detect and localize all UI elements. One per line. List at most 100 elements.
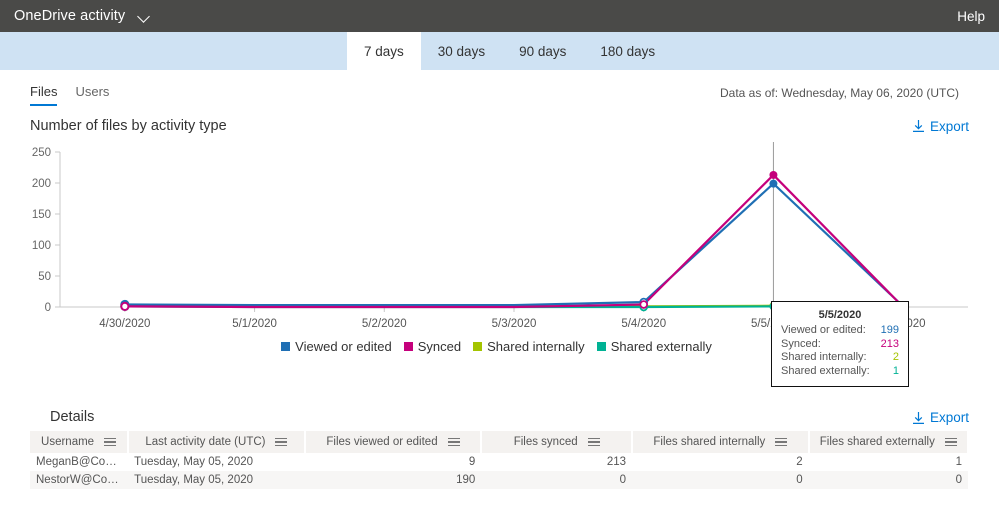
legend-swatch-icon	[473, 342, 483, 351]
details-export-button[interactable]: Export	[912, 410, 969, 425]
help-link[interactable]: Help	[957, 9, 985, 24]
series-endpoint-marker	[120, 301, 130, 311]
legend-item-viewed-or-edited[interactable]: Viewed or edited	[281, 339, 392, 354]
y-axis-tick-label: 250	[32, 147, 51, 159]
column-header-label: Username	[41, 436, 95, 448]
table-cell: 0	[481, 471, 633, 489]
x-axis-tick-label: 4/30/2020	[99, 318, 150, 330]
table-cell: 2	[796, 456, 803, 468]
legend-item-shared-internally[interactable]: Shared internally	[473, 339, 585, 354]
column-header-files-synced[interactable]: Files synced	[481, 431, 634, 453]
tooltip-row: Shared externally: 1	[781, 365, 899, 379]
download-icon	[912, 120, 924, 132]
table-cell: 1	[955, 456, 962, 468]
details-export-label: Export	[929, 410, 969, 425]
tooltip-row-label: Synced:	[781, 337, 821, 350]
column-header-label: Files shared internally	[653, 436, 766, 448]
tooltip-title: 5/5/2020	[818, 309, 862, 321]
column-menu-icon[interactable]	[447, 437, 460, 447]
column-header-label: Files synced	[513, 436, 578, 448]
app-header-left: OneDrive activity	[14, 8, 152, 24]
column-header-last-activity-date-utc[interactable]: Last activity date (UTC)	[128, 431, 306, 453]
tooltip-row-value: 213	[880, 337, 899, 350]
table-cell: 0	[808, 471, 968, 489]
chart-export-button[interactable]: Export	[912, 119, 969, 134]
legend-label: Shared internally	[487, 339, 585, 354]
y-axis-tick-label: 100	[32, 240, 51, 252]
tooltip-row-label: Viewed or edited:	[781, 324, 866, 336]
tooltip-row: Viewed or edited: 199	[781, 324, 899, 338]
tooltip-row-label: Shared internally:	[781, 351, 867, 363]
table-cell: 190	[304, 471, 482, 489]
column-header-label: Files shared externally	[819, 436, 935, 448]
column-menu-icon[interactable]	[944, 437, 957, 447]
tooltip-row: Synced: 213	[781, 338, 899, 352]
details-table: Username Last activity date (UTC) Files vi…	[30, 431, 970, 489]
table-row[interactable]: NestorW@Cont... Tuesday, May 05, 2020 190 0…	[30, 471, 968, 489]
table-cell: 213	[606, 456, 627, 468]
details-section: Details Export Username Last activity dat…	[0, 409, 999, 489]
tooltip-rows: Viewed or edited: 199 Synced: 213 Shared int…	[781, 324, 899, 378]
period-tab-90-days[interactable]: 90 days	[502, 32, 583, 70]
download-icon	[912, 411, 924, 424]
legend-swatch-icon	[281, 342, 291, 351]
tooltip-row-value: 199	[880, 324, 899, 336]
main-content: Files Users Data as of: Wednesday, May 06…	[0, 70, 999, 489]
subtab-row: Files Users Data as of: Wednesday, May 06…	[0, 70, 999, 106]
chart-title: Number of files by activity type	[30, 118, 227, 134]
tooltip-row-label: Shared externally:	[781, 364, 870, 377]
chevron-down-icon[interactable]	[137, 9, 152, 24]
x-axis-tick-label: 5/3/2020	[492, 318, 537, 330]
table-header-row: Username Last activity date (UTC) Files vi…	[30, 431, 970, 453]
column-header-label: Files viewed or edited	[326, 436, 438, 448]
series-hover-marker	[769, 170, 778, 179]
period-tab-30-days[interactable]: 30 days	[421, 32, 502, 70]
column-header-files-shared-externally[interactable]: Files shared externally	[808, 431, 970, 453]
column-menu-icon[interactable]	[587, 437, 600, 447]
column-header-files-viewed-or-edited[interactable]: Files viewed or edited	[304, 431, 483, 453]
tooltip-row-value: 2	[892, 351, 899, 363]
period-tab-bar: 7 days 30 days 90 days 180 days	[0, 32, 999, 70]
x-axis-tick-label: 5/1/2020	[232, 318, 277, 330]
column-header-files-shared-internally[interactable]: Files shared internally	[632, 431, 810, 453]
table-cell: Tuesday, May 05, 2020	[128, 471, 305, 489]
chart-export-label: Export	[929, 118, 969, 134]
tooltip-row-value: 1	[892, 364, 899, 377]
tooltip-row: Shared internally: 2	[781, 351, 899, 365]
x-axis-tick-label: 5/4/2020	[621, 318, 666, 330]
subtab-users[interactable]: Users	[75, 84, 109, 106]
y-axis-tick-label: 150	[32, 209, 51, 221]
legend-label: Viewed or edited	[295, 339, 392, 354]
period-tab-180-days[interactable]: 180 days	[583, 32, 672, 70]
details-title: Details	[50, 409, 95, 425]
table-row[interactable]: MeganB@Cont... Tuesday, May 05, 2020 9 213 2…	[30, 453, 968, 471]
table-cell: 0	[632, 471, 809, 489]
legend-label: Shared externally	[610, 339, 712, 354]
column-header-username[interactable]: Username	[30, 431, 130, 453]
y-axis-tick-label: 50	[38, 271, 51, 283]
legend-item-shared-externally[interactable]: Shared externally	[596, 339, 712, 354]
y-axis-tick-label: 200	[32, 178, 51, 190]
app-header: OneDrive activity Help	[0, 0, 999, 32]
legend-label: Synced	[417, 339, 462, 354]
legend-swatch-icon	[596, 342, 606, 351]
chart-header: Number of files by activity type Export	[0, 106, 999, 134]
table-cell: NestorW@Cont...	[30, 471, 129, 489]
subtab-files[interactable]: Files	[30, 84, 58, 106]
y-axis-tick-label: 0	[45, 302, 51, 314]
column-menu-icon[interactable]	[275, 437, 288, 447]
table-cell: MeganB@Cont...	[36, 456, 125, 468]
period-tab-7-days[interactable]: 7 days	[347, 32, 421, 70]
column-menu-icon[interactable]	[775, 437, 788, 447]
column-menu-icon[interactable]	[104, 437, 117, 447]
legend-swatch-icon	[403, 342, 413, 351]
series-hover-marker	[769, 179, 778, 188]
table-cell: 9	[468, 456, 476, 468]
details-table-body: MeganB@Cont... Tuesday, May 05, 2020 9 213 2…	[30, 453, 968, 489]
chart-tooltip: 5/5/2020 Viewed or edited: 199 Synced: 213 S…	[771, 301, 909, 387]
column-header-label: Last activity date (UTC)	[145, 436, 266, 448]
details-header: Details Export	[30, 409, 969, 425]
x-axis-tick-label: 5/2/2020	[362, 318, 407, 330]
legend-item-synced[interactable]: Synced	[403, 339, 462, 354]
data-as-of-label: Data as of: Wednesday, May 06, 2020 (UTC…	[720, 86, 959, 100]
